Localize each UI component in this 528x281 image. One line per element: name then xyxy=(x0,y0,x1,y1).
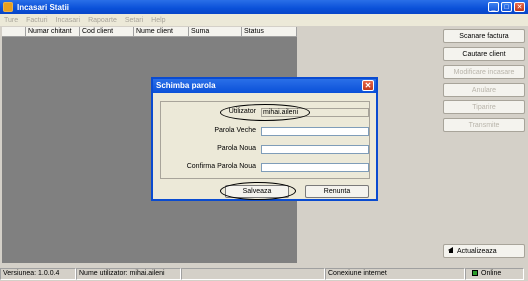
column-header-cod-client[interactable]: Cod client xyxy=(80,27,134,37)
online-icon xyxy=(472,270,478,276)
scan-invoice-button[interactable]: Scanare factura xyxy=(443,29,525,43)
new-password-label: Parola Noua xyxy=(217,145,256,152)
maximize-button[interactable]: □ xyxy=(501,2,512,12)
user-status: Nume utilizator: mihai.aileni xyxy=(76,268,181,280)
dialog-fields-panel: Utilizator mihai.aileni Parola Veche Par… xyxy=(160,101,370,179)
title-bar: Incasari Statii _ □ ✕ xyxy=(0,0,528,14)
cancel-payment-button[interactable]: Anulare xyxy=(443,83,525,97)
column-header-select[interactable] xyxy=(2,27,26,37)
column-header-nume-client[interactable]: Nume client xyxy=(134,27,189,37)
menu-incasari[interactable]: Incasari xyxy=(56,17,81,24)
column-header-status[interactable]: Status xyxy=(242,27,297,37)
menu-facturi[interactable]: Facturi xyxy=(26,17,47,24)
close-button[interactable]: ✕ xyxy=(514,2,525,12)
version-status: Versiunea: 1.0.0.4 xyxy=(0,268,76,280)
menu-setari[interactable]: Setari xyxy=(125,17,143,24)
refresh-label: Actualizeaza xyxy=(457,247,497,255)
cancel-button[interactable]: Renunta xyxy=(305,185,369,198)
column-header-suma[interactable]: Suma xyxy=(189,27,242,37)
online-status: Online xyxy=(465,268,524,280)
back-arrow-icon xyxy=(448,247,453,255)
change-password-dialog: Schimba parola ✕ Utilizator mihai.aileni… xyxy=(151,77,378,201)
connection-status: Conexiune internet xyxy=(325,268,465,280)
modify-payment-button[interactable]: Modificare incasare xyxy=(443,65,525,79)
menu-rapoarte[interactable]: Rapoarte xyxy=(88,17,117,24)
new-password-field[interactable] xyxy=(261,145,369,154)
refresh-button[interactable]: Actualizeaza xyxy=(443,244,525,258)
status-empty xyxy=(181,268,325,280)
send-button[interactable]: Transmite xyxy=(443,118,525,132)
old-password-field[interactable] xyxy=(261,127,369,136)
highlight-oval xyxy=(220,104,310,121)
print-button[interactable]: Tiparire xyxy=(443,100,525,114)
menu-help[interactable]: Help xyxy=(151,17,165,24)
dialog-close-button[interactable]: ✕ xyxy=(362,80,374,91)
confirm-password-label: Confirma Parola Noua xyxy=(186,163,256,170)
menu-bar: Ture Facturi Incasari Rapoarte Setari He… xyxy=(0,14,528,26)
confirm-password-field[interactable] xyxy=(261,163,369,172)
status-bar: Versiunea: 1.0.0.4 Nume utilizator: miha… xyxy=(0,267,528,281)
app-icon xyxy=(3,2,13,12)
menu-ture[interactable]: Ture xyxy=(4,17,18,24)
search-client-button[interactable]: Cautare client xyxy=(443,47,525,61)
minimize-button[interactable]: _ xyxy=(488,2,499,12)
dialog-title-bar: Schimba parola ✕ xyxy=(153,79,376,93)
table-header: Numar chitant Cod client Nume client Sum… xyxy=(2,27,297,37)
window-title: Incasari Statii xyxy=(17,2,70,12)
dialog-title: Schimba parola xyxy=(156,81,216,90)
online-label: Online xyxy=(481,270,502,277)
save-highlight-oval xyxy=(220,182,296,200)
column-header-numar[interactable]: Numar chitant xyxy=(26,27,80,37)
old-password-label: Parola Veche xyxy=(214,127,256,134)
